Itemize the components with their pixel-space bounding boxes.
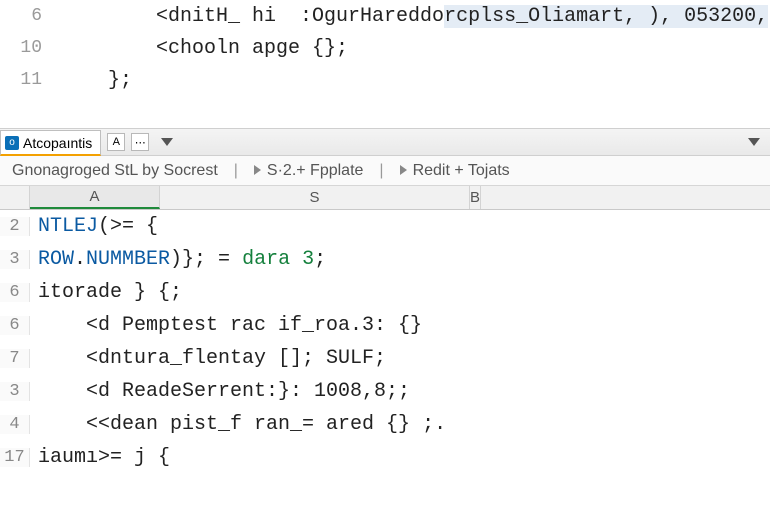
code-line[interactable]: 3 <d ReadeSerrent:}: 1008,8;; xyxy=(0,375,770,408)
code-line[interactable]: 3ROW.NUMMBER)}; = dara 3; xyxy=(0,243,770,276)
crumb-3[interactable]: Redit + Tojats xyxy=(388,162,522,180)
code-text[interactable]: itorade } {; xyxy=(30,281,182,304)
code-text[interactable]: ROW.NUMMBER)}; = dara 3; xyxy=(30,248,326,271)
code-text[interactable]: <<dean pist_f ran_= ared {} ;. xyxy=(30,413,446,436)
code-line[interactable]: 11 }; xyxy=(0,64,770,96)
crumb-separator: | xyxy=(230,162,242,180)
chevron-right-icon xyxy=(400,165,407,175)
code-text[interactable]: <dnitH_ hi :OgurHareddorcplss_Oliamart, … xyxy=(60,5,768,28)
breadcrumb: Gnonagroged StL by Socrest | S·2.+ Fppla… xyxy=(0,156,770,186)
code-line[interactable]: 6 <dnitH_ hi :OgurHareddorcplss_Oliamart… xyxy=(0,0,770,32)
code-text[interactable]: }; xyxy=(60,69,132,92)
column-header-b[interactable]: B xyxy=(470,186,481,209)
line-number: 4 xyxy=(0,415,30,434)
code-text[interactable]: NTLEJ(>= { xyxy=(30,215,158,238)
column-header-a[interactable]: A xyxy=(30,186,160,209)
code-line[interactable]: 2NTLEJ(>= { xyxy=(0,210,770,243)
line-number: 10 xyxy=(0,38,60,58)
panel-icon-a[interactable]: A xyxy=(107,133,125,151)
line-number: 6 xyxy=(0,283,30,302)
line-number: 11 xyxy=(0,70,60,90)
crumb-3-label: Redit + Tojats xyxy=(413,162,510,179)
column-header-s[interactable]: S xyxy=(160,186,470,209)
code-line[interactable]: 4 <<dean pist_f ran_= ared {} ;. xyxy=(0,408,770,441)
code-text[interactable]: <chooln apge {}; xyxy=(60,37,348,60)
chevron-right-icon xyxy=(254,165,261,175)
row-gutter-corner[interactable] xyxy=(0,186,30,209)
crumb-1[interactable]: Gnonagroged StL by Socrest xyxy=(0,162,230,180)
code-text[interactable]: <d ReadeSerrent:}: 1008,8;; xyxy=(30,380,410,403)
lower-code-editor[interactable]: 2NTLEJ(>= {3ROW.NUMMBER)}; = dara 3;6ito… xyxy=(0,210,770,474)
code-line[interactable]: 6 <d Pemptest rac if_roa.3: {} xyxy=(0,309,770,342)
panel-header: o Atcopaıntis A ⋯ xyxy=(0,128,770,156)
line-number: 17 xyxy=(0,448,30,467)
panel-tab-label: Atcopaıntis xyxy=(23,135,92,151)
crumb-separator: | xyxy=(375,162,387,180)
code-line[interactable] xyxy=(0,96,770,128)
code-line[interactable]: 6itorade } {; xyxy=(0,276,770,309)
code-line[interactable]: 17iaumı>= j { xyxy=(0,441,770,474)
line-number: 3 xyxy=(0,250,30,269)
panel-tab[interactable]: o Atcopaıntis xyxy=(0,130,101,156)
panel-icon-more[interactable]: ⋯ xyxy=(131,133,149,151)
crumb-2-label: S·2.+ Fpplate xyxy=(267,162,364,179)
line-number: 6 xyxy=(0,316,30,335)
code-line[interactable]: 7 <dntura_flentay []; SULF; xyxy=(0,342,770,375)
tab-badge-icon: o xyxy=(5,136,19,150)
code-text[interactable]: <d Pemptest rac if_roa.3: {} xyxy=(30,314,422,337)
code-line[interactable]: 10 <chooln apge {}; xyxy=(0,32,770,64)
line-number: 2 xyxy=(0,217,30,236)
crumb-2[interactable]: S·2.+ Fpplate xyxy=(242,162,376,180)
panel-dropdown-icon[interactable] xyxy=(161,138,173,146)
panel-dropdown-right-icon[interactable] xyxy=(748,138,760,146)
line-number: 7 xyxy=(0,349,30,368)
line-number: 6 xyxy=(0,6,60,26)
top-code-editor[interactable]: 6 <dnitH_ hi :OgurHareddorcplss_Oliamart… xyxy=(0,0,770,128)
code-text[interactable]: iaumı>= j { xyxy=(30,446,170,469)
line-number: 3 xyxy=(0,382,30,401)
column-header-row: A S B xyxy=(0,186,770,210)
code-text[interactable]: <dntura_flentay []; SULF; xyxy=(30,347,386,370)
